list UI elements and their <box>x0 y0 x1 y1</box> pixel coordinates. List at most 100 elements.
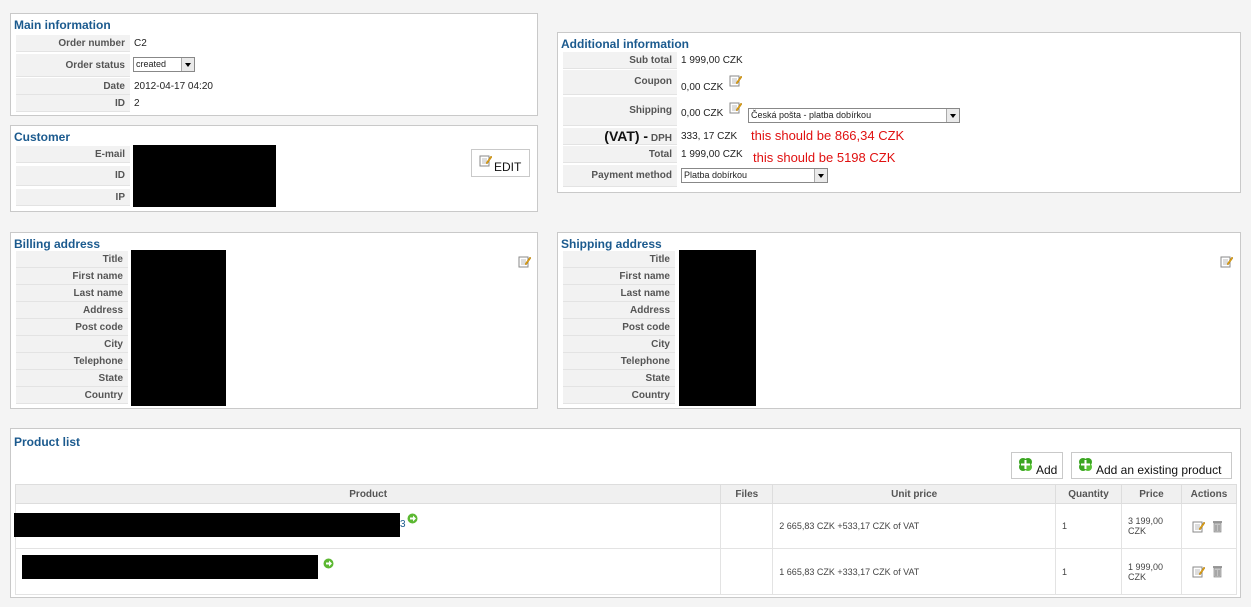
chevron-down-icon <box>946 109 959 122</box>
shipping-field-label: First name <box>563 268 675 285</box>
customer-title: Customer <box>14 130 71 144</box>
customer-email-label: E-mail <box>16 146 130 163</box>
shipping-field-label: Last name <box>563 285 675 302</box>
redacted-customer-info <box>133 145 276 207</box>
id-label: ID <box>16 95 130 112</box>
add-product-button[interactable]: Add <box>1011 452 1063 479</box>
billing-field-label: Telephone <box>16 353 128 370</box>
price-amount: 3 199,00 <box>1128 516 1164 526</box>
edit-shipping-address-icon[interactable] <box>1220 255 1233 268</box>
order-status-row: Order status created <box>16 54 531 77</box>
redacted-shipping-address <box>679 250 756 406</box>
product-table: Product Files Unit price Quantity Price … <box>14 484 1238 595</box>
column-header-actions: Actions <box>1180 484 1238 504</box>
redacted-billing-address <box>131 250 226 406</box>
product-cell: 3 <box>14 503 722 549</box>
dph-label-cell: (VAT) - DPH <box>563 128 677 145</box>
order-status-select[interactable]: created <box>133 57 195 72</box>
order-number-row: Order number C2 <box>16 35 531 53</box>
column-header-unit-price[interactable]: Unit price <box>772 484 1057 504</box>
payment-method-value: Platba dobírkou <box>684 170 748 180</box>
subtotal-value: 1 999,00 CZK <box>681 55 743 66</box>
shipping-address-panel: Shipping address Title First name Last nam… <box>557 232 1241 409</box>
edit-product-icon[interactable] <box>1192 520 1205 533</box>
id-value: 2 <box>134 98 140 109</box>
column-header-price[interactable]: Price <box>1121 484 1182 504</box>
shipping-field-label: State <box>563 370 675 387</box>
order-status-value: created <box>136 59 167 69</box>
date-label: Date <box>16 78 130 95</box>
edit-product-icon[interactable] <box>1192 565 1205 578</box>
dph-value: 333, 17 CZK <box>681 131 738 142</box>
coupon-label: Coupon <box>563 70 677 95</box>
column-header-files[interactable]: Files <box>720 484 774 504</box>
billing-address-title: Billing address <box>14 237 101 251</box>
edit-coupon-icon[interactable] <box>729 74 742 87</box>
billing-field-label: Last name <box>16 285 128 302</box>
product-link-tail[interactable]: 3 <box>400 519 406 530</box>
billing-field-label: First name <box>16 268 128 285</box>
dph-label: DPH <box>650 133 672 144</box>
payment-method-select[interactable]: Platba dobírkou <box>681 168 828 183</box>
shipping-method-select[interactable]: Česká pošta - platba dobírkou <box>748 108 960 123</box>
main-information-panel: Main information Order number C2 Order s… <box>10 13 538 116</box>
customer-panel: Customer E-mail ID IP EDIT <box>10 125 538 212</box>
customer-id-label: ID <box>16 166 130 186</box>
shipping-field-label: City <box>563 336 675 353</box>
add-product-label: Add <box>1036 463 1058 477</box>
go-to-product-icon[interactable] <box>407 513 418 524</box>
billing-field-label: Post code <box>16 319 128 336</box>
add-existing-product-button[interactable]: Add an existing product <box>1071 452 1232 479</box>
shipping-method-value: Česká pošta - platba dobírkou <box>751 110 872 120</box>
edit-billing-address-icon[interactable] <box>518 255 531 268</box>
billing-field-label: Title <box>16 251 128 268</box>
edit-icon <box>479 154 492 167</box>
subtotal-label: Sub total <box>563 52 677 69</box>
product-list-title: Product list <box>14 435 81 449</box>
id-row: ID 2 <box>16 95 531 113</box>
price-currency: CZK <box>1128 571 1147 582</box>
order-number-value: C2 <box>134 38 147 49</box>
plus-icon <box>1078 457 1093 475</box>
table-row: 1 665,83 CZK +333,17 CZK of VAT 1 1 999,… <box>14 548 1238 595</box>
column-header-quantity[interactable]: Quantity <box>1055 484 1123 504</box>
payment-method-label: Payment method <box>563 165 677 187</box>
edit-customer-button[interactable]: EDIT <box>471 149 530 177</box>
billing-address-panel: Billing address Title First name Last name… <box>10 232 538 409</box>
dph-correction-note: this should be 866,34 CZK <box>751 128 905 143</box>
product-table-header: Product Files Unit price Quantity Price … <box>14 484 1238 504</box>
files-cell <box>720 503 774 549</box>
add-existing-product-label: Add an existing product <box>1096 463 1222 477</box>
unit-price-cell: 1 665,83 CZK +333,17 CZK of VAT <box>772 548 1057 595</box>
delete-product-icon[interactable] <box>1212 520 1223 533</box>
order-number-label: Order number <box>16 35 130 52</box>
redacted-product-name[interactable] <box>22 555 318 579</box>
edit-shipping-icon[interactable] <box>729 101 742 114</box>
billing-field-label: State <box>16 370 128 387</box>
shipping-field-label: Country <box>563 387 675 404</box>
price-amount: 1 999,00 <box>1128 561 1164 572</box>
price-cell: 1 999,00 CZK <box>1121 548 1182 595</box>
price-cell: 3 199,00 CZK <box>1121 503 1182 549</box>
total-value: 1 999,00 CZK <box>681 149 743 160</box>
main-information-title: Main information <box>14 18 111 32</box>
shipping-field-label: Telephone <box>563 353 675 370</box>
customer-ip-label: IP <box>16 189 130 206</box>
shipping-field-label: Post code <box>563 319 675 336</box>
delete-product-icon[interactable] <box>1212 565 1223 578</box>
additional-information-title: Additional information <box>561 37 689 51</box>
order-status-label: Order status <box>16 54 130 77</box>
files-cell <box>720 548 774 595</box>
go-to-product-icon[interactable] <box>323 558 334 569</box>
shipping-address-title: Shipping address <box>561 237 662 251</box>
unit-price-cell: 2 665,83 CZK +533,17 CZK of VAT <box>772 503 1057 549</box>
plus-icon <box>1018 457 1033 475</box>
actions-cell <box>1180 503 1238 549</box>
billing-field-label: City <box>16 336 128 353</box>
column-header-product[interactable]: Product <box>14 484 722 504</box>
chevron-down-icon <box>181 58 194 71</box>
date-row: Date 2012-04-17 04:20 <box>16 78 531 96</box>
redacted-product-name[interactable] <box>14 513 400 537</box>
shipping-field-label: Address <box>563 302 675 319</box>
edit-customer-label: EDIT <box>494 160 522 174</box>
